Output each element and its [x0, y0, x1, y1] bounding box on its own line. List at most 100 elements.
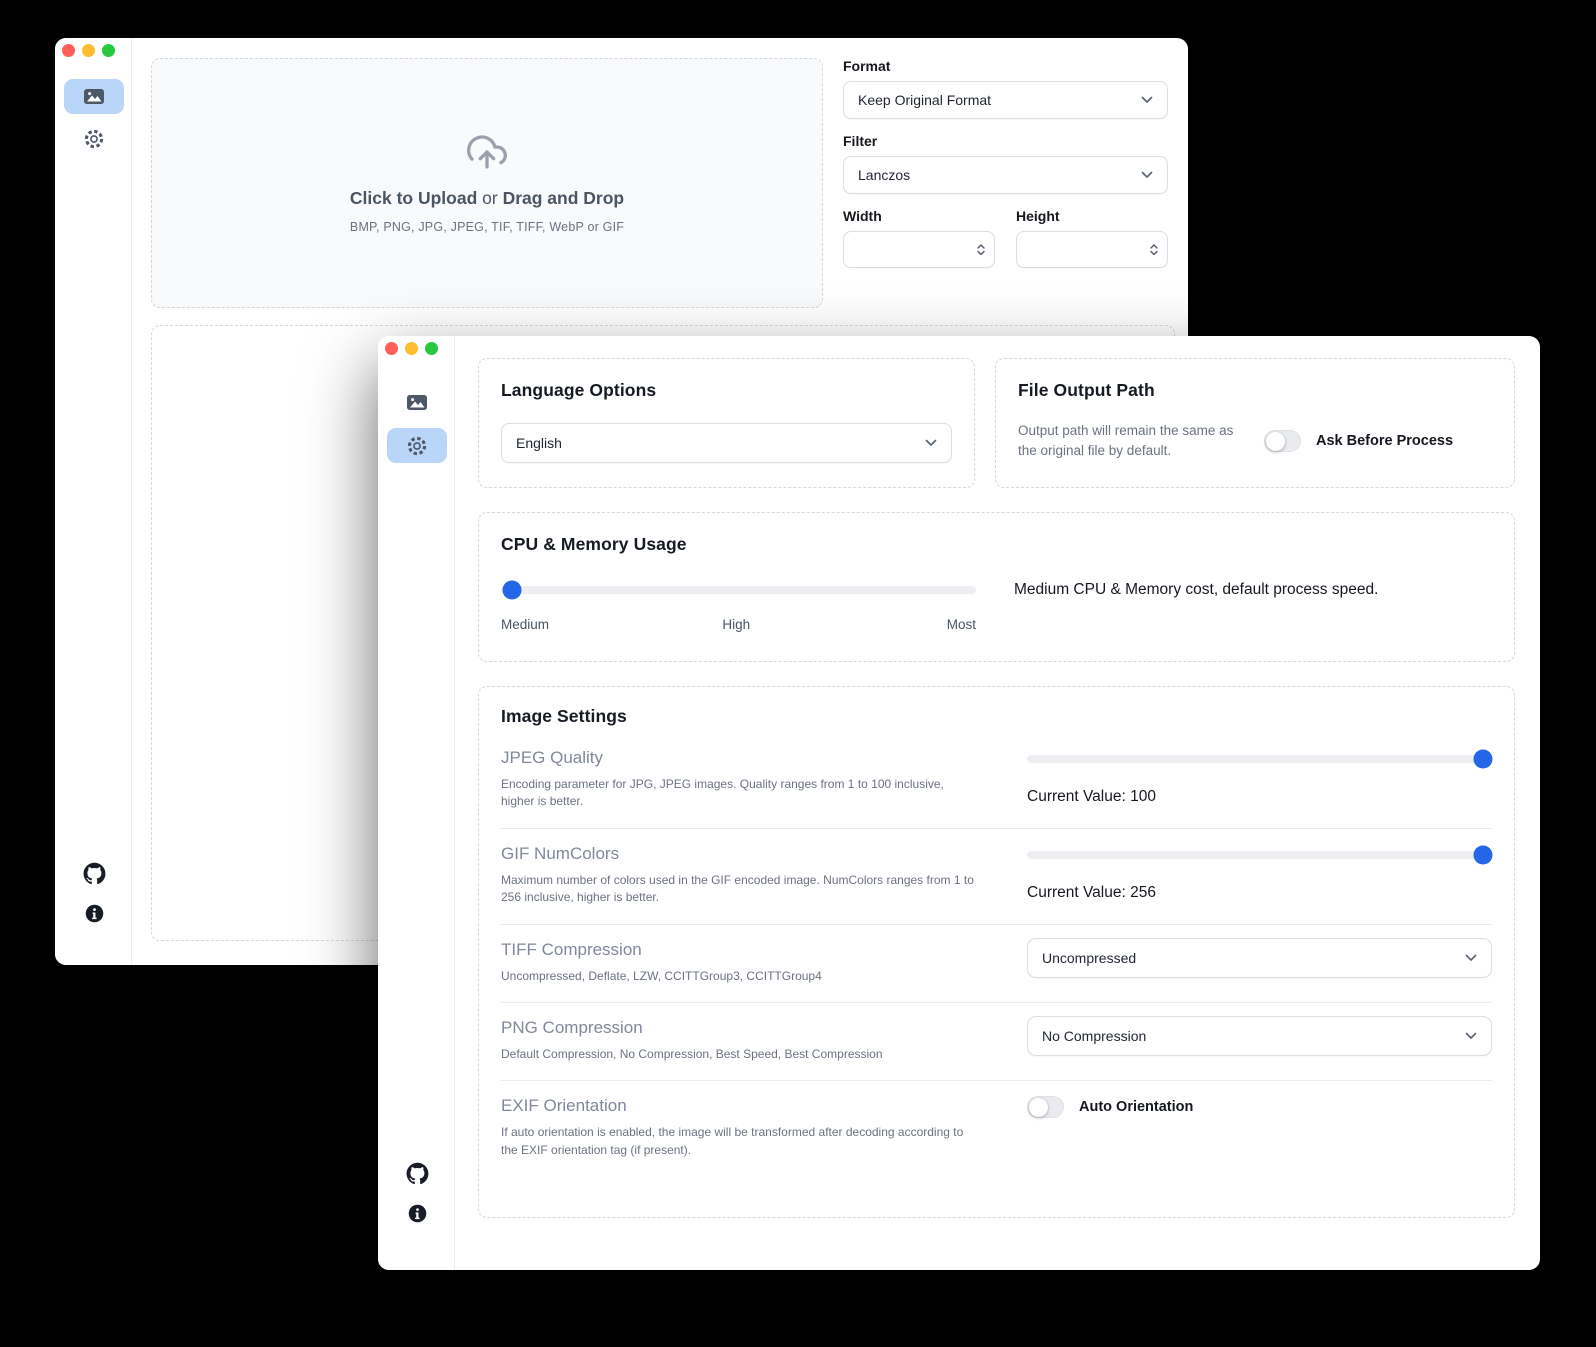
auto-orientation-toggle[interactable]	[1027, 1096, 1064, 1118]
chevron-down-icon	[1465, 954, 1477, 962]
png-compression-description: Default Compression, No Compression, Bes…	[501, 1046, 979, 1063]
png-compression-title: PNG Compression	[501, 1018, 979, 1038]
exif-orientation-title: EXIF Orientation	[501, 1096, 979, 1116]
jpeg-quality-description: Encoding parameter for JPG, JPEG images.…	[501, 776, 979, 811]
cpu-memory-slider[interactable]	[501, 586, 976, 594]
cpu-memory-title: CPU & Memory Usage	[501, 534, 1492, 555]
sidebar-item-images[interactable]	[64, 79, 124, 114]
tiff-compression-select[interactable]: Uncompressed	[1027, 938, 1492, 978]
info-icon	[84, 903, 105, 924]
about-button[interactable]	[82, 901, 106, 925]
format-select[interactable]: Keep Original Format	[843, 81, 1168, 119]
image-settings-title: Image Settings	[501, 706, 1492, 727]
window-controls	[62, 44, 115, 57]
file-output-path-title: File Output Path	[1018, 380, 1492, 401]
zoom-button[interactable]	[102, 44, 115, 57]
toggle-knob	[1266, 432, 1285, 451]
chevron-down-icon	[1141, 96, 1153, 104]
width-input[interactable]	[856, 242, 977, 258]
png-compression-value: No Compression	[1042, 1028, 1146, 1044]
format-panel: Format Keep Original Format Filter Lancz…	[843, 58, 1168, 268]
about-button[interactable]	[405, 1201, 429, 1225]
chevron-down-icon	[1141, 171, 1153, 179]
language-options-title: Language Options	[501, 380, 952, 401]
close-button[interactable]	[62, 44, 75, 57]
minimize-button[interactable]	[405, 342, 418, 355]
sidebar	[55, 38, 132, 965]
cpu-status-text: Medium CPU & Memory cost, default proces…	[1014, 581, 1378, 599]
upload-dropzone[interactable]: Click to Upload or Drag and Drop BMP, PN…	[151, 58, 823, 308]
output-path-description: Output path will remain the same as the …	[1018, 421, 1242, 462]
github-icon	[83, 862, 106, 885]
file-output-path-section: File Output Path Output path will remain…	[995, 358, 1515, 488]
filter-label: Filter	[843, 133, 1168, 149]
settings-window: Language Options English File Output Pat…	[378, 336, 1540, 1270]
cpu-slider-ticks: Medium High Most	[501, 617, 976, 632]
tick-medium: Medium	[501, 617, 549, 632]
png-compression-select[interactable]: No Compression	[1027, 1016, 1492, 1056]
png-compression-row: PNG Compression Default Compression, No …	[501, 1002, 1492, 1080]
tiff-compression-description: Uncompressed, Deflate, LZW, CCITTGroup3,…	[501, 968, 979, 985]
gif-numcolors-title: GIF NumColors	[501, 844, 979, 864]
jpeg-quality-row: JPEG Quality Encoding parameter for JPG,…	[501, 733, 1492, 828]
auto-orientation-label: Auto Orientation	[1079, 1099, 1193, 1115]
exif-orientation-description: If auto orientation is enabled, the imag…	[501, 1124, 979, 1159]
zoom-button[interactable]	[425, 342, 438, 355]
tiff-compression-row: TIFF Compression Uncompressed, Deflate, …	[501, 924, 1492, 1002]
gif-numcolors-slider[interactable]	[1027, 851, 1492, 859]
stepper-arrows-icon[interactable]	[977, 244, 985, 256]
sidebar-item-settings[interactable]	[387, 428, 447, 463]
ask-before-process-toggle[interactable]	[1264, 430, 1301, 452]
gear-icon	[83, 128, 105, 150]
slider-thumb[interactable]	[1474, 845, 1493, 864]
gear-icon	[406, 435, 428, 457]
chevron-down-icon	[1465, 1032, 1477, 1040]
minimize-button[interactable]	[82, 44, 95, 57]
height-label: Height	[1016, 208, 1168, 224]
jpeg-quality-slider[interactable]	[1027, 755, 1492, 763]
cpu-memory-section: CPU & Memory Usage Medium High Most Medi…	[478, 512, 1515, 662]
toggle-knob	[1029, 1098, 1048, 1117]
tick-high: High	[722, 617, 750, 632]
close-button[interactable]	[385, 342, 398, 355]
language-select[interactable]: English	[501, 423, 952, 463]
slider-thumb[interactable]	[503, 581, 522, 600]
image-icon	[406, 392, 428, 413]
filter-select-value: Lanczos	[858, 167, 910, 183]
jpeg-quality-title: JPEG Quality	[501, 748, 979, 768]
width-stepper[interactable]	[843, 231, 995, 268]
language-select-value: English	[516, 435, 562, 451]
sidebar	[378, 336, 455, 1270]
info-icon	[407, 1203, 428, 1224]
image-icon	[83, 86, 105, 107]
tiff-compression-title: TIFF Compression	[501, 940, 979, 960]
image-settings-section: Image Settings JPEG Quality Encoding par…	[478, 686, 1515, 1218]
upload-cloud-icon	[463, 132, 511, 172]
tiff-compression-value: Uncompressed	[1042, 950, 1136, 966]
github-link[interactable]	[82, 861, 106, 885]
github-link[interactable]	[405, 1161, 429, 1185]
height-input[interactable]	[1029, 242, 1150, 258]
slider-thumb[interactable]	[1474, 750, 1493, 769]
sidebar-item-settings[interactable]	[64, 121, 124, 156]
chevron-down-icon	[925, 439, 937, 447]
stepper-arrows-icon[interactable]	[1150, 244, 1158, 256]
height-stepper[interactable]	[1016, 231, 1168, 268]
gif-numcolors-description: Maximum number of colors used in the GIF…	[501, 872, 979, 907]
desktop-background: Click to Upload or Drag and Drop BMP, PN…	[0, 0, 1596, 1347]
jpeg-quality-current-value: Current Value: 100	[1027, 788, 1492, 806]
format-select-value: Keep Original Format	[858, 92, 991, 108]
sidebar-item-images[interactable]	[387, 385, 447, 420]
language-options-section: Language Options English	[478, 358, 975, 488]
upload-title: Click to Upload or Drag and Drop	[350, 188, 624, 209]
github-icon	[406, 1162, 429, 1185]
width-label: Width	[843, 208, 995, 224]
tick-most: Most	[947, 617, 976, 632]
exif-orientation-row: EXIF Orientation If auto orientation is …	[501, 1080, 1492, 1176]
filter-select[interactable]: Lanczos	[843, 156, 1168, 194]
gif-numcolors-current-value: Current Value: 256	[1027, 884, 1492, 902]
gif-numcolors-row: GIF NumColors Maximum number of colors u…	[501, 828, 1492, 924]
ask-before-process-label: Ask Before Process	[1316, 433, 1453, 449]
upload-supported-formats: BMP, PNG, JPG, JPEG, TIF, TIFF, WebP or …	[350, 220, 624, 234]
format-label: Format	[843, 58, 1168, 74]
